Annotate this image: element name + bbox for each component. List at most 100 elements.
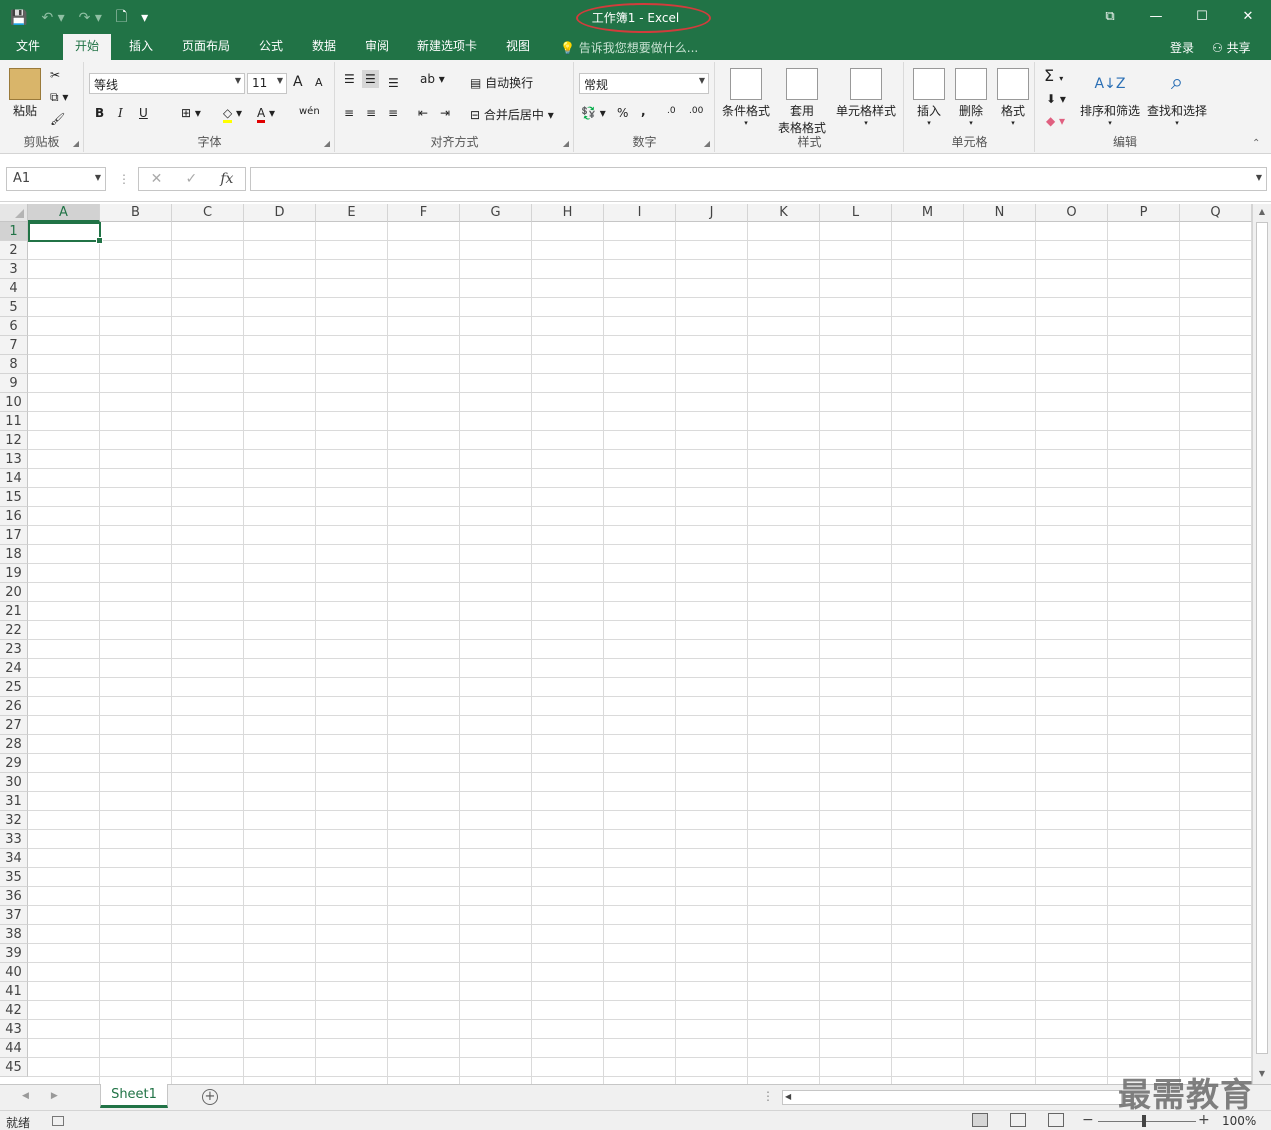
- underline-button[interactable]: U: [139, 106, 148, 120]
- font-launcher-icon[interactable]: ◢: [324, 139, 330, 148]
- align-center-icon[interactable]: ≡: [366, 106, 376, 120]
- row-header-20[interactable]: 20: [0, 583, 28, 602]
- row-header-15[interactable]: 15: [0, 488, 28, 507]
- row-header-22[interactable]: 22: [0, 621, 28, 640]
- share-button[interactable]: ⚇ 共享: [1212, 39, 1251, 56]
- row-header-35[interactable]: 35: [0, 868, 28, 887]
- column-header-d[interactable]: D: [244, 204, 316, 222]
- clipboard-launcher-icon[interactable]: ◢: [73, 139, 79, 148]
- row-header-21[interactable]: 21: [0, 602, 28, 621]
- row-header-30[interactable]: 30: [0, 773, 28, 792]
- row-header-12[interactable]: 12: [0, 431, 28, 450]
- column-header-q[interactable]: Q: [1180, 204, 1252, 222]
- maximize-button[interactable]: ☐: [1179, 0, 1225, 32]
- row-header-14[interactable]: 14: [0, 469, 28, 488]
- tab-new-tab[interactable]: 新建选项卡: [405, 34, 489, 60]
- row-header-13[interactable]: 13: [0, 450, 28, 469]
- format-painter-icon[interactable]: 🖌: [50, 112, 65, 126]
- wrap-text-button[interactable]: ▤ 自动换行: [470, 74, 533, 91]
- formula-bar-grip-icon[interactable]: ⋮: [118, 172, 130, 186]
- row-header-2[interactable]: 2: [0, 241, 28, 260]
- conditional-formatting-button[interactable]: 条件格式 ▾: [720, 68, 772, 127]
- row-header-39[interactable]: 39: [0, 944, 28, 963]
- tab-data[interactable]: 数据: [300, 34, 348, 60]
- align-middle-icon[interactable]: ☰: [362, 70, 379, 88]
- row-header-3[interactable]: 3: [0, 260, 28, 279]
- scroll-down-icon[interactable]: ▼: [1256, 1069, 1268, 1081]
- close-button[interactable]: ✕: [1225, 0, 1271, 32]
- add-sheet-button[interactable]: +: [202, 1089, 218, 1105]
- row-header-16[interactable]: 16: [0, 507, 28, 526]
- column-header-p[interactable]: P: [1108, 204, 1180, 222]
- row-header-32[interactable]: 32: [0, 811, 28, 830]
- tab-view[interactable]: 视图: [494, 34, 542, 60]
- row-header-33[interactable]: 33: [0, 830, 28, 849]
- column-header-k[interactable]: K: [748, 204, 820, 222]
- format-cells-button[interactable]: 格式 ▾: [995, 68, 1031, 127]
- collapse-ribbon-icon[interactable]: ⌃: [1252, 138, 1260, 149]
- row-header-19[interactable]: 19: [0, 564, 28, 583]
- row-header-37[interactable]: 37: [0, 906, 28, 925]
- comma-style-button[interactable]: ,: [641, 104, 646, 118]
- find-select-button[interactable]: ⌕ 查找和选择 ▾: [1144, 68, 1210, 127]
- row-header-1[interactable]: 1: [0, 222, 28, 241]
- format-as-table-button[interactable]: 套用 表格格式: [774, 68, 830, 136]
- row-header-26[interactable]: 26: [0, 697, 28, 716]
- align-top-icon[interactable]: ☰: [344, 72, 355, 86]
- alignment-launcher-icon[interactable]: ◢: [563, 139, 569, 148]
- sort-filter-button[interactable]: A↓Z 排序和筛选 ▾: [1078, 68, 1142, 127]
- row-header-42[interactable]: 42: [0, 1001, 28, 1020]
- cell-styles-button[interactable]: 单元格样式 ▾: [834, 68, 898, 127]
- row-header-7[interactable]: 7: [0, 336, 28, 355]
- tab-review[interactable]: 审阅: [353, 34, 401, 60]
- fill-color-icon[interactable]: ◇ ▾: [223, 106, 242, 123]
- row-header-24[interactable]: 24: [0, 659, 28, 678]
- sheet-navigation-arrows-icon[interactable]: ◀▶: [22, 1091, 80, 1101]
- row-header-23[interactable]: 23: [0, 640, 28, 659]
- cell-area[interactable]: [28, 222, 1252, 1084]
- row-header-43[interactable]: 43: [0, 1020, 28, 1039]
- row-header-9[interactable]: 9: [0, 374, 28, 393]
- tab-formulas[interactable]: 公式: [247, 34, 295, 60]
- column-header-c[interactable]: C: [172, 204, 244, 222]
- shrink-font-icon[interactable]: A: [315, 76, 323, 89]
- accounting-format-icon[interactable]: 💱 ▾: [581, 106, 606, 120]
- tab-page-layout[interactable]: 页面布局: [170, 34, 242, 60]
- increase-indent-icon[interactable]: ⇥: [440, 106, 450, 120]
- tab-split-grip-icon[interactable]: ⋮: [762, 1089, 774, 1103]
- column-header-a[interactable]: A: [28, 204, 100, 222]
- italic-button[interactable]: I: [118, 106, 123, 120]
- zoom-out-button[interactable]: −: [1082, 1112, 1094, 1128]
- horizontal-scrollbar[interactable]: ◀: [782, 1090, 1122, 1105]
- row-header-10[interactable]: 10: [0, 393, 28, 412]
- fill-icon[interactable]: ⬇ ▾: [1046, 92, 1066, 106]
- minimize-button[interactable]: —: [1133, 0, 1179, 32]
- column-header-j[interactable]: J: [676, 204, 748, 222]
- active-cell-a1[interactable]: [28, 222, 103, 244]
- column-header-m[interactable]: M: [892, 204, 964, 222]
- row-header-31[interactable]: 31: [0, 792, 28, 811]
- cut-icon[interactable]: ✂: [50, 68, 60, 82]
- tab-insert[interactable]: 插入: [117, 34, 165, 60]
- vertical-scrollbar[interactable]: ▲ ▼: [1252, 204, 1271, 1084]
- zoom-in-button[interactable]: +: [1198, 1112, 1210, 1128]
- percent-style-button[interactable]: %: [617, 106, 628, 120]
- column-header-e[interactable]: E: [316, 204, 388, 222]
- sheet-tab-sheet1[interactable]: Sheet1: [100, 1084, 168, 1108]
- name-box[interactable]: A1 ▼: [6, 167, 106, 191]
- align-left-icon[interactable]: ≡: [344, 106, 354, 120]
- zoom-level[interactable]: 100%: [1222, 1114, 1256, 1128]
- align-right-icon[interactable]: ≡: [388, 106, 398, 120]
- increase-decimal-icon[interactable]: .0: [667, 106, 676, 116]
- row-header-8[interactable]: 8: [0, 355, 28, 374]
- column-header-g[interactable]: G: [460, 204, 532, 222]
- cancel-entry-icon[interactable]: ✕: [151, 171, 163, 187]
- phonetic-icon[interactable]: wén: [299, 106, 320, 117]
- login-link[interactable]: 登录: [1170, 39, 1194, 56]
- delete-cells-button[interactable]: 删除 ▾: [953, 68, 989, 127]
- borders-icon[interactable]: ⊞ ▾: [181, 106, 201, 120]
- autosum-icon[interactable]: Σ ▾: [1044, 66, 1063, 85]
- align-bottom-icon[interactable]: ☰: [388, 76, 399, 90]
- row-header-17[interactable]: 17: [0, 526, 28, 545]
- row-header-34[interactable]: 34: [0, 849, 28, 868]
